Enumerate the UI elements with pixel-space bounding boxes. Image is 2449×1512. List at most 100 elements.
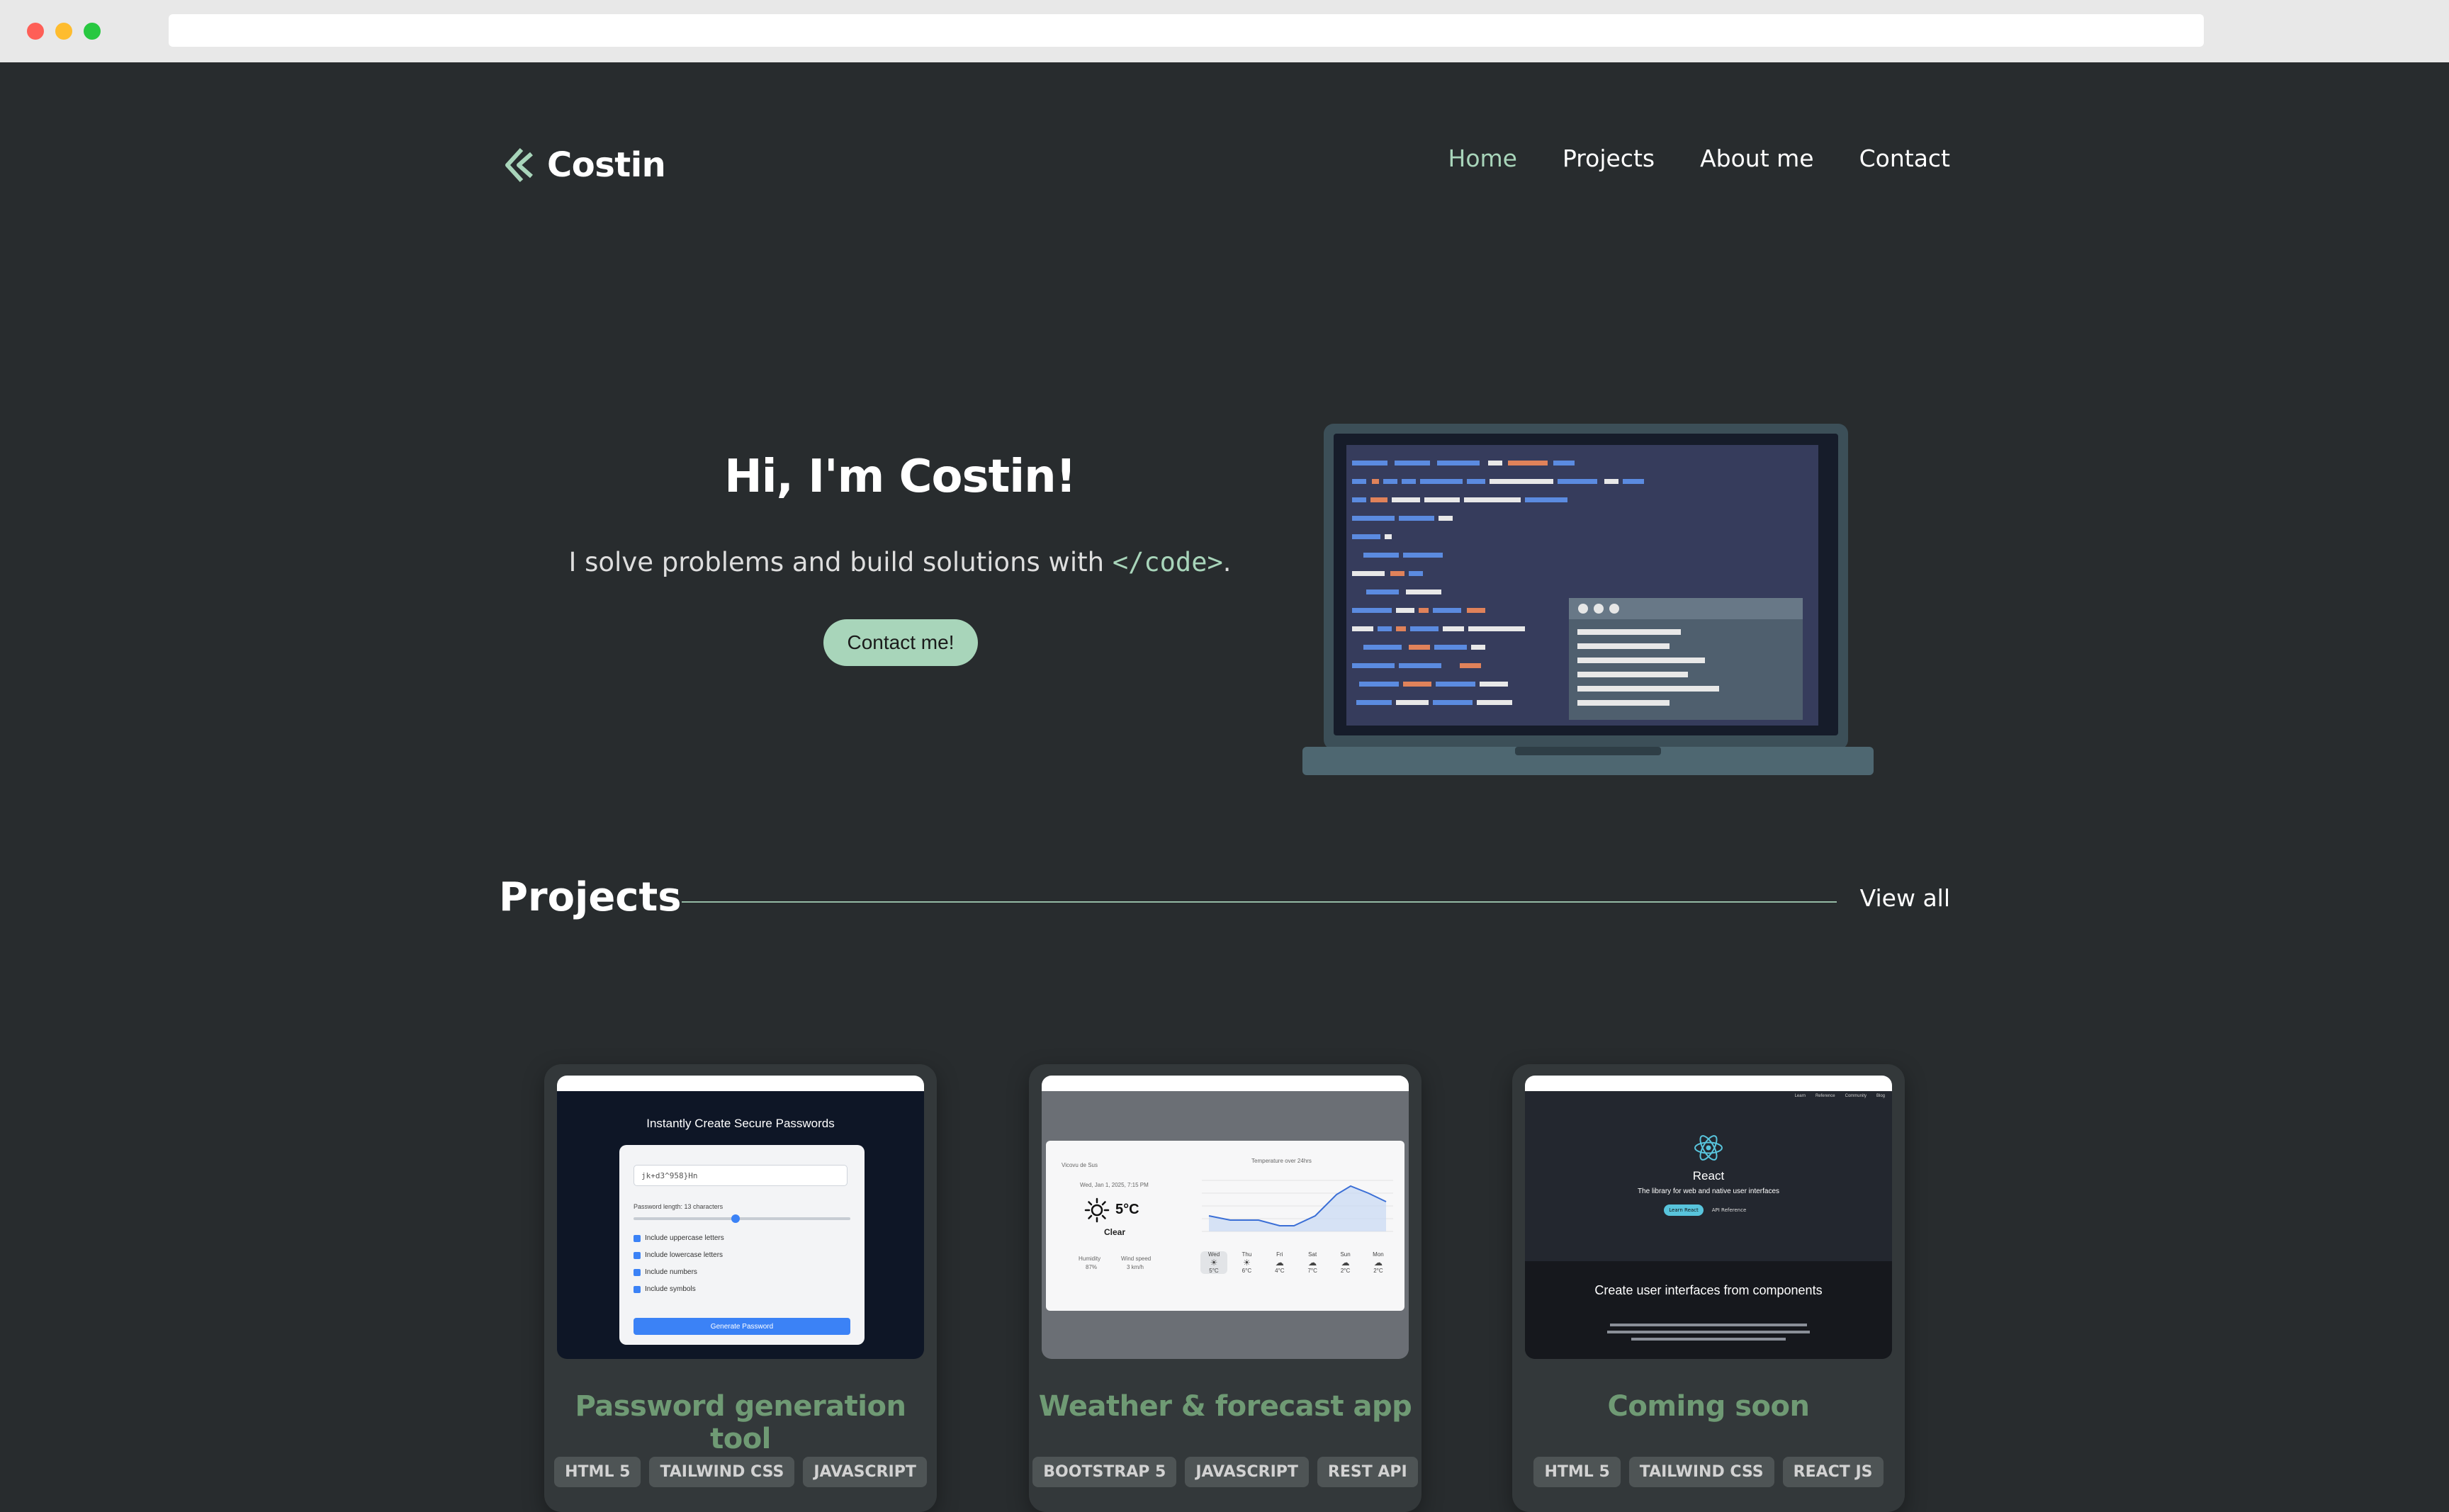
thumb-option-label: Include uppercase letters xyxy=(645,1234,724,1242)
brand-logo-link[interactable]: Costin xyxy=(500,140,666,190)
hero-subtitle-text: I solve problems and build solutions wit… xyxy=(568,547,1113,577)
thumb-nav-item: Learn xyxy=(1794,1094,1806,1098)
code-line xyxy=(1433,700,1473,705)
thumb-forecast-days: Wed ☀ 5°C Thu ☀ 6°C Fri ☁ 4°C Sat ☁ 7°C Sun ☁ 2°C Mon ☁ 2… xyxy=(1200,1251,1392,1274)
code-line xyxy=(1363,645,1402,650)
project-title: Password generation tool xyxy=(575,1390,906,1455)
code-line xyxy=(1359,682,1399,687)
code-line xyxy=(1424,497,1460,502)
thumb-temperature: 5°C xyxy=(1115,1202,1139,1217)
forecast-day: Sat ☁ 7°C xyxy=(1299,1251,1326,1274)
thumb-react-nav: Learn Reference Community Blog xyxy=(1795,1094,1885,1098)
project-thumbnail-weather: Vicovu de Sus Wed, Jan 1, 2025, 7:15 PM … xyxy=(1042,1076,1409,1359)
thumb-length-slider xyxy=(634,1214,850,1223)
code-line xyxy=(1477,700,1512,705)
code-line xyxy=(1352,663,1395,668)
tag-list: HTML 5 TAILWIND CSS JAVASCRIPT xyxy=(544,1457,937,1487)
thumb-generator-panel: jk+d3^958}Hn Password length: 13 charact… xyxy=(619,1145,865,1345)
checkbox-icon xyxy=(634,1285,641,1293)
code-line xyxy=(1372,479,1379,484)
thumb-body-lines xyxy=(1607,1324,1810,1341)
thumb-date: Wed, Jan 1, 2025, 7:15 PM xyxy=(1080,1182,1149,1188)
thumb-option: Include lowercase letters xyxy=(634,1251,723,1259)
thumb-option: Include symbols xyxy=(634,1285,696,1293)
code-line xyxy=(1460,663,1481,668)
code-line xyxy=(1399,663,1441,668)
contact-me-button[interactable]: Contact me! xyxy=(823,619,978,666)
nav-contact-link[interactable]: Contact xyxy=(1859,145,1950,172)
code-line xyxy=(1508,461,1548,466)
hero-subtitle-period: . xyxy=(1222,547,1232,577)
code-line xyxy=(1356,700,1392,705)
code-line xyxy=(1464,497,1521,502)
cloud-icon: ☁ xyxy=(1341,1258,1350,1268)
code-line xyxy=(1396,700,1429,705)
project-title: Weather & forecast app xyxy=(1038,1390,1412,1423)
forecast-day-label: Mon xyxy=(1373,1251,1384,1258)
forecast-day-temp: 7°C xyxy=(1307,1268,1317,1274)
thumbnail-browser-bar xyxy=(1042,1076,1409,1091)
section-divider xyxy=(682,901,1837,903)
code-line xyxy=(1402,479,1416,484)
page: Costin Home Projects About me Contact Hi… xyxy=(0,62,2449,1512)
code-line xyxy=(1366,589,1399,594)
code-line xyxy=(1623,479,1644,484)
thumb-option: Include uppercase letters xyxy=(634,1234,724,1242)
code-line xyxy=(1352,534,1380,539)
forecast-day: Fri ☁ 4°C xyxy=(1266,1251,1293,1274)
code-line xyxy=(1434,645,1467,650)
code-line xyxy=(1439,516,1453,521)
sun-icon: ☀ xyxy=(1243,1258,1251,1268)
project-card-weather[interactable]: Vicovu de Sus Wed, Jan 1, 2025, 7:15 PM … xyxy=(1029,1064,1421,1512)
logo-icon xyxy=(505,147,533,183)
tag-badge: JAVASCRIPT xyxy=(1185,1457,1309,1487)
thumb-title: Instantly Create Secure Passwords xyxy=(646,1117,835,1130)
checkbox-icon xyxy=(634,1268,641,1276)
maximize-window-button[interactable] xyxy=(84,23,101,40)
forecast-day-temp: 5°C xyxy=(1209,1268,1219,1274)
code-line xyxy=(1352,479,1366,484)
code-line xyxy=(1480,682,1508,687)
forecast-day: Sun ☁ 2°C xyxy=(1332,1251,1359,1274)
thumb-api-button: API Reference xyxy=(1711,1207,1747,1213)
code-line xyxy=(1433,608,1461,613)
tag-badge: HTML 5 xyxy=(1533,1457,1621,1487)
project-card-react[interactable]: Learn Reference Community Blog React The… xyxy=(1512,1064,1905,1512)
forecast-day-temp: 2°C xyxy=(1340,1268,1351,1274)
minimize-window-button[interactable] xyxy=(55,23,72,40)
code-line xyxy=(1468,626,1525,631)
address-bar[interactable] xyxy=(169,14,2204,47)
cloud-icon: ☁ xyxy=(1373,1258,1383,1268)
code-line xyxy=(1436,682,1475,687)
forecast-day: Wed ☀ 5°C xyxy=(1200,1251,1227,1274)
project-card-password[interactable]: Instantly Create Secure Passwords jk+d3^… xyxy=(544,1064,937,1512)
checkbox-icon xyxy=(634,1251,641,1259)
sun-icon xyxy=(1084,1197,1110,1223)
forecast-day-label: Wed xyxy=(1207,1251,1220,1258)
tag-badge: TAILWIND CSS xyxy=(649,1457,795,1487)
code-line xyxy=(1490,479,1553,484)
tag-badge: BOOTSTRAP 5 xyxy=(1032,1457,1177,1487)
nav-projects-link[interactable]: Projects xyxy=(1563,145,1655,172)
view-all-link[interactable]: View all xyxy=(1860,884,1950,912)
thumb-condition: Clear xyxy=(1104,1227,1126,1237)
thumb-react-name: React xyxy=(1692,1169,1725,1183)
hero-title: Hi, I'm Costin! xyxy=(724,451,1076,503)
tag-list: BOOTSTRAP 5 JAVASCRIPT REST API xyxy=(1029,1457,1421,1487)
forecast-day: Mon ☁ 2°C xyxy=(1365,1251,1392,1274)
brand-name: Costin xyxy=(547,145,666,185)
tag-badge: REST API xyxy=(1317,1457,1418,1487)
code-line xyxy=(1352,608,1392,613)
project-title: Coming soon xyxy=(1607,1390,1810,1423)
forecast-day-temp: 6°C xyxy=(1242,1268,1252,1274)
thumb-location: Vicovu de Sus xyxy=(1062,1162,1098,1168)
cloud-icon: ☁ xyxy=(1275,1258,1284,1268)
nav-about-link[interactable]: About me xyxy=(1700,145,1814,172)
nav-home-link[interactable]: Home xyxy=(1448,145,1517,172)
code-line xyxy=(1352,497,1366,502)
close-window-button[interactable] xyxy=(27,23,44,40)
laptop-illustration xyxy=(1302,424,1874,775)
code-line xyxy=(1370,497,1387,502)
thumb-humidity: 87% xyxy=(1086,1264,1098,1270)
code-line xyxy=(1352,461,1387,466)
